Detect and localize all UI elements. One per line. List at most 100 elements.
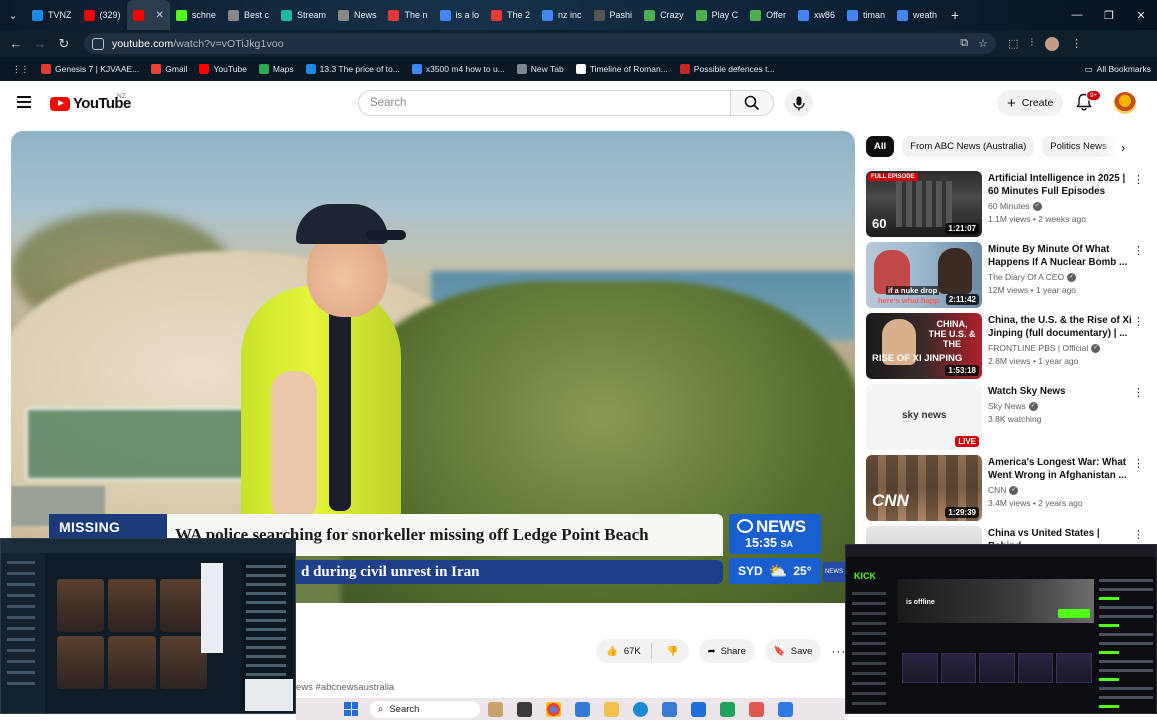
recommended-video[interactable]: FULL EPISODE 60 1:21:07 Artificial Intellig… bbox=[866, 171, 1154, 237]
recommended-video[interactable]: sky news LIVE Watch Sky News Sky News ✓ 3.8K … bbox=[866, 384, 1154, 450]
copilot-icon[interactable] bbox=[575, 701, 590, 717]
profile-icon[interactable] bbox=[1045, 36, 1060, 51]
back-icon[interactable]: ← bbox=[4, 36, 28, 51]
search-button[interactable] bbox=[730, 90, 774, 116]
chevron-right-icon[interactable]: › bbox=[1121, 140, 1125, 155]
create-button[interactable]: + Create bbox=[997, 90, 1064, 116]
video-thumbnail[interactable]: FULL EPISODE 60 1:21:07 bbox=[866, 171, 982, 237]
bookmark-item[interactable]: Possible defences t... bbox=[674, 64, 781, 74]
app-icon[interactable] bbox=[691, 701, 706, 717]
video-thumbnail[interactable]: CHINA, THE U.S. & THE RISE OF XI JINPING 1… bbox=[866, 313, 982, 379]
video-title[interactable]: America's Longest War: What Went Wrong i… bbox=[988, 456, 1134, 482]
recommended-video[interactable]: China vs United States | Behind⋮ bbox=[866, 526, 1154, 544]
widgets-icon[interactable] bbox=[488, 701, 503, 717]
casino-stream-overlay[interactable] bbox=[0, 538, 296, 714]
video-thumbnail[interactable]: CNN 1:29:39 bbox=[866, 455, 982, 521]
recommended-video[interactable]: CNN 1:29:39 America's Longest War: What We… bbox=[866, 455, 1154, 521]
bookmark-item[interactable]: New Tab bbox=[511, 64, 570, 74]
notification-app-icon[interactable] bbox=[749, 701, 764, 717]
more-options-icon[interactable]: ⋮ bbox=[1133, 315, 1144, 328]
channel-name[interactable]: CNN ✓ bbox=[988, 485, 1134, 495]
file-explorer-icon[interactable] bbox=[604, 701, 619, 717]
bookmark-item[interactable]: Gmail bbox=[145, 64, 193, 74]
kick-stream-overlay[interactable]: KICK is offline bbox=[845, 544, 1157, 714]
bookmark-item[interactable]: Genesis 7 | KJVAAE... bbox=[35, 64, 145, 74]
bookmark-star-icon[interactable]: ☆ bbox=[978, 37, 988, 50]
channel-name[interactable]: 60 Minutes ✓ bbox=[988, 201, 1134, 211]
sidepanel-icon[interactable]: ⫶ bbox=[1030, 37, 1033, 50]
search-box[interactable] bbox=[358, 90, 731, 116]
bookmark-item[interactable]: YouTube bbox=[193, 64, 252, 74]
site-info-icon[interactable] bbox=[92, 37, 104, 50]
description-hashtags[interactable]: ews #abcnewsaustralia bbox=[296, 682, 394, 693]
follow-button[interactable] bbox=[1058, 609, 1090, 618]
browser-menu-icon[interactable]: ⋮ bbox=[1071, 37, 1082, 50]
browser-tab[interactable]: Pashi bbox=[588, 0, 639, 30]
close-window-icon[interactable]: ✕ bbox=[1125, 0, 1157, 30]
task-view-icon[interactable] bbox=[517, 701, 532, 717]
store-icon[interactable] bbox=[662, 701, 677, 717]
video-title[interactable]: Minute By Minute Of What Happens If A Nu… bbox=[988, 243, 1134, 269]
bookmark-item[interactable]: 13.3 The price of to... bbox=[300, 64, 406, 74]
more-options-icon[interactable]: ⋮ bbox=[1133, 386, 1144, 399]
bookmark-item[interactable]: x3500 m4 how to u... bbox=[406, 64, 511, 74]
bookmark-item[interactable]: Timeline of Roman... bbox=[570, 64, 674, 74]
windows-start-icon[interactable] bbox=[344, 702, 358, 716]
taskbar-search[interactable]: ⌕ Search bbox=[370, 700, 480, 718]
more-options-icon[interactable]: ⋮ bbox=[1133, 173, 1144, 186]
account-avatar[interactable] bbox=[1114, 92, 1136, 114]
video-thumbnail[interactable]: sky news LIVE bbox=[866, 384, 982, 450]
browser-tab[interactable]: schne bbox=[170, 0, 222, 30]
extensions-icon[interactable]: ⬚ bbox=[1008, 37, 1018, 50]
browser-tab[interactable]: Best c bbox=[222, 0, 275, 30]
spreadsheet-icon[interactable] bbox=[720, 701, 735, 717]
more-options-icon[interactable]: ⋮ bbox=[1133, 244, 1144, 257]
video-title[interactable]: Watch Sky News bbox=[988, 385, 1134, 398]
browser-tab[interactable]: TVNZ bbox=[26, 0, 78, 30]
browser-tab[interactable]: Offer bbox=[744, 0, 792, 30]
browser-tab[interactable]: (329) bbox=[78, 0, 127, 30]
browser-tab[interactable]: News bbox=[332, 0, 383, 30]
search-input[interactable] bbox=[370, 97, 730, 109]
browser-tab[interactable]: timan bbox=[841, 0, 891, 30]
chrome-icon[interactable] bbox=[546, 701, 561, 717]
browser-tab[interactable]: ✕ bbox=[126, 0, 170, 30]
tab-close-icon[interactable]: ✕ bbox=[156, 10, 164, 21]
voice-search-button[interactable] bbox=[785, 89, 813, 117]
dislike-button[interactable]: 👎 bbox=[657, 646, 689, 657]
share-button[interactable]: ➦ Share bbox=[698, 639, 755, 663]
reload-icon[interactable]: ↻ bbox=[52, 36, 76, 52]
browser-tab[interactable]: Play C bbox=[690, 0, 745, 30]
recommended-video[interactable]: if a nuke drop here's what happ 2:11:42 Min… bbox=[866, 242, 1154, 308]
all-bookmarks-button[interactable]: ▭ All Bookmarks bbox=[1079, 64, 1157, 75]
browser-tab[interactable]: The 2 bbox=[485, 0, 536, 30]
new-tab-button[interactable]: + bbox=[943, 7, 967, 23]
more-options-icon[interactable]: ⋮ bbox=[1133, 528, 1144, 541]
browser-tab[interactable]: nz inc bbox=[536, 0, 588, 30]
minimize-icon[interactable]: — bbox=[1061, 0, 1093, 30]
browser-tab[interactable]: Stream bbox=[275, 0, 332, 30]
apps-icon[interactable]: ⋮⋮ bbox=[6, 64, 35, 75]
browser-tab[interactable]: Crazy bbox=[638, 0, 690, 30]
video-thumbnail[interactable]: if a nuke drop here's what happ 2:11:42 bbox=[866, 242, 982, 308]
recommended-video[interactable]: CHINA, THE U.S. & THE RISE OF XI JINPING 1… bbox=[866, 313, 1154, 379]
video-thumbnail[interactable] bbox=[866, 526, 982, 544]
browser-tab[interactable]: weath bbox=[891, 0, 943, 30]
filter-chip[interactable]: From ABC News (Australia) bbox=[902, 136, 1035, 157]
video-player[interactable]: MISSING WA police searching for snorkell… bbox=[11, 131, 855, 603]
video-title[interactable]: Artificial Intelligence in 2025 | 60 Min… bbox=[988, 172, 1134, 198]
video-title[interactable]: China, the U.S. & the Rise of Xi Jinping… bbox=[988, 314, 1134, 340]
like-button[interactable]: 👍 67K bbox=[596, 643, 652, 659]
install-app-icon[interactable]: ⧉ bbox=[960, 37, 968, 50]
forward-icon[interactable]: → bbox=[28, 36, 52, 51]
bookmark-item[interactable]: Maps bbox=[253, 64, 300, 74]
url-field[interactable]: youtube.com/watch?v=vOTiJkg1voo ⧉ ☆ bbox=[84, 33, 996, 54]
messenger-icon[interactable] bbox=[778, 701, 793, 717]
more-options-icon[interactable]: ⋮ bbox=[1133, 457, 1144, 470]
tab-search-icon[interactable]: ⌄ bbox=[0, 9, 26, 22]
save-button[interactable]: 🔖 Save bbox=[764, 639, 822, 663]
hamburger-menu-icon[interactable] bbox=[17, 96, 31, 108]
filter-chip[interactable]: All bbox=[866, 136, 895, 157]
maximize-icon[interactable]: ❐ bbox=[1093, 0, 1125, 30]
edge-icon[interactable] bbox=[633, 701, 648, 717]
